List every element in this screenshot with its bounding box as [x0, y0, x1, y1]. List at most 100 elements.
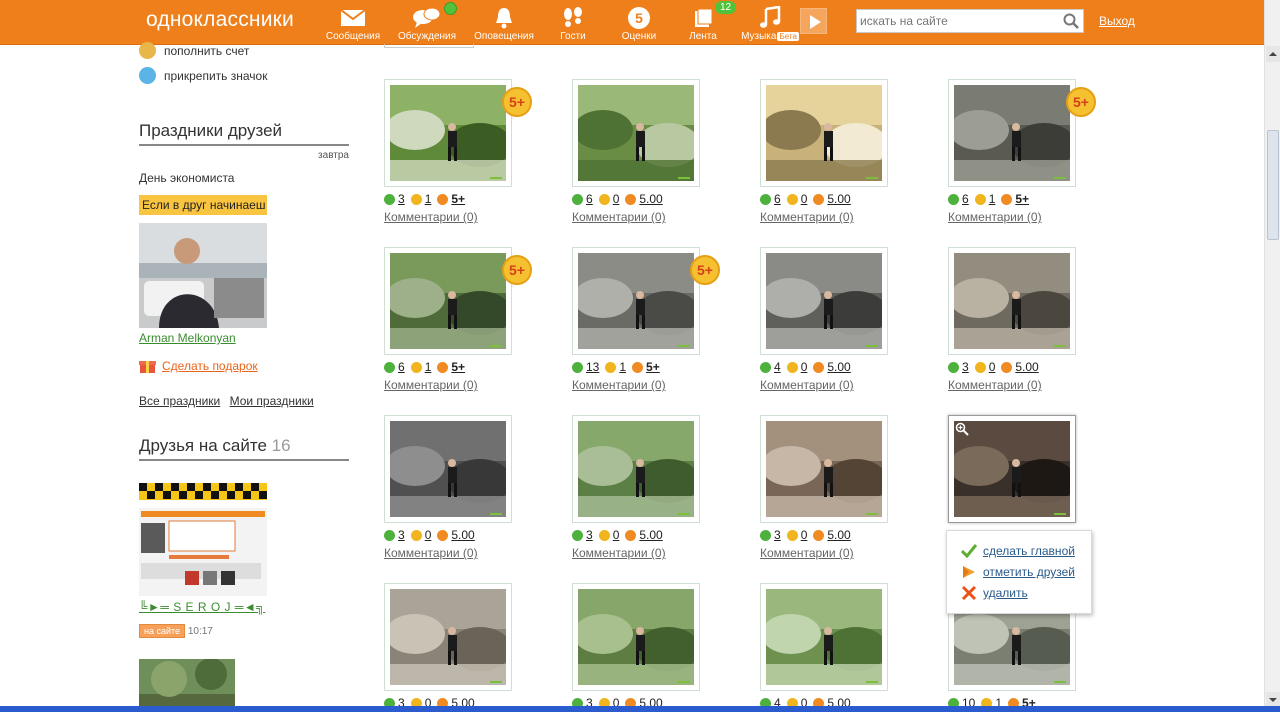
photo-thumbnail[interactable]: [948, 415, 1076, 523]
attach-badge-action[interactable]: прикрепить значок: [139, 67, 267, 84]
gift-count[interactable]: 0: [801, 360, 808, 374]
photo-thumbnail[interactable]: [760, 79, 888, 187]
page-scrollbar[interactable]: [1264, 0, 1280, 708]
gift-count[interactable]: 1: [425, 360, 432, 374]
rating-value[interactable]: 5+: [451, 192, 465, 206]
photo-thumbnail[interactable]: [572, 583, 700, 691]
photo-thumbnail[interactable]: [384, 247, 512, 355]
search-input[interactable]: [857, 10, 1057, 32]
comments-link[interactable]: Комментарии (0): [760, 546, 854, 560]
rating-value[interactable]: 5.00: [1015, 360, 1038, 374]
photo-thumbnail[interactable]: [948, 79, 1076, 187]
friend-status-text: Если в друг начинаеш: [139, 195, 267, 215]
comments-link[interactable]: Комментарии (0): [572, 546, 666, 560]
photo-thumbnail[interactable]: [384, 583, 512, 691]
friend-name-link[interactable]: Arman Melkonyan: [139, 331, 236, 345]
nav-guests-label: Гости: [560, 31, 586, 42]
gift-count[interactable]: 0: [801, 528, 808, 542]
zoom-icon[interactable]: [955, 422, 971, 438]
comments-link[interactable]: Комментарии (0): [948, 210, 1042, 224]
photo-thumbnail[interactable]: [760, 247, 888, 355]
rating-value[interactable]: 5.00: [827, 360, 850, 374]
footprints-icon: [538, 4, 608, 30]
gift-count[interactable]: 1: [619, 360, 626, 374]
class-count[interactable]: 6: [586, 192, 593, 206]
search-icon[interactable]: [1063, 13, 1079, 29]
comments-link[interactable]: Комментарии (0): [948, 378, 1042, 392]
rating-value[interactable]: 5.00: [827, 528, 850, 542]
rating-value[interactable]: 5+: [1015, 192, 1029, 206]
nav-messages[interactable]: Сообщения: [318, 4, 388, 42]
comments-link[interactable]: Комментарии (0): [572, 378, 666, 392]
photo-thumbnail[interactable]: [760, 583, 888, 691]
gift-count[interactable]: 0: [613, 528, 620, 542]
class-count[interactable]: 6: [774, 192, 781, 206]
make-main-item[interactable]: сделать главной: [961, 544, 1075, 558]
rating-value[interactable]: 5.00: [639, 528, 662, 542]
photo-thumbnail[interactable]: [384, 79, 512, 187]
nav-music[interactable]: Музыка Бета: [735, 4, 805, 42]
top-up-action[interactable]: пополнить счет: [139, 42, 249, 59]
all-holidays-link[interactable]: Все праздники: [139, 394, 220, 408]
comments-link[interactable]: Комментарии (0): [760, 378, 854, 392]
photo-thumbnail[interactable]: [572, 415, 700, 523]
coin-icon: [786, 529, 798, 541]
star-rating-icon: [625, 193, 637, 205]
photo-thumbnail[interactable]: [948, 247, 1076, 355]
nav-notifications[interactable]: Оповещения: [469, 4, 539, 42]
class-icon: [384, 193, 395, 205]
class-count[interactable]: 13: [586, 360, 599, 374]
class-count[interactable]: 3: [398, 192, 405, 206]
taskbar-edge: [0, 706, 1280, 712]
nav-ratings[interactable]: 5 Оценки: [604, 4, 674, 42]
coin-icon: [786, 361, 798, 373]
gift-count[interactable]: 0: [613, 192, 620, 206]
class-count[interactable]: 6: [962, 192, 969, 206]
top-bar: одноклассники Сообщения Обсуждения Опове…: [0, 0, 1264, 45]
friend1-photo[interactable]: [139, 483, 267, 596]
comments-link[interactable]: Комментарии (0): [760, 210, 854, 224]
comments-link[interactable]: Комментарии (0): [384, 546, 478, 560]
scroll-up-arrow[interactable]: [1266, 46, 1280, 62]
tag-friends-item[interactable]: отметить друзей: [961, 565, 1075, 579]
photo-thumbnail[interactable]: [572, 79, 700, 187]
rating-value[interactable]: 5.00: [639, 192, 662, 206]
music-play-button[interactable]: [800, 8, 827, 34]
my-holidays-link[interactable]: Мои праздники: [230, 394, 314, 408]
rating-value[interactable]: 5+: [646, 360, 660, 374]
logout-link[interactable]: Выход: [1099, 14, 1135, 28]
class-count[interactable]: 4: [774, 360, 781, 374]
friend1-name-link[interactable]: ╚►═ S E R O J ═◄╗: [139, 600, 265, 614]
rating-value[interactable]: 5.00: [827, 192, 850, 206]
gift-count[interactable]: 0: [425, 528, 432, 542]
make-gift-link[interactable]: Сделать подарок: [162, 359, 258, 373]
class-count[interactable]: 3: [962, 360, 969, 374]
class-count[interactable]: 3: [398, 528, 405, 542]
five-plus-badge: 5+: [690, 255, 720, 285]
gift-count[interactable]: 0: [989, 360, 996, 374]
site-logo[interactable]: одноклассники: [146, 8, 294, 32]
friend-photo[interactable]: [139, 223, 267, 328]
gift-count[interactable]: 1: [425, 192, 432, 206]
comments-link[interactable]: Комментарии (0): [572, 210, 666, 224]
scroll-thumb[interactable]: [1267, 130, 1279, 240]
gift-count[interactable]: 0: [801, 192, 808, 206]
class-count[interactable]: 3: [774, 528, 781, 542]
rating-value[interactable]: 5.00: [451, 528, 474, 542]
nav-guests[interactable]: Гости: [538, 4, 608, 42]
class-count[interactable]: 6: [398, 360, 405, 374]
photo-thumbnail[interactable]: [384, 415, 512, 523]
delete-item[interactable]: удалить: [961, 586, 1028, 600]
photo-thumbnail[interactable]: [572, 247, 700, 355]
rating-value[interactable]: 5+: [451, 360, 465, 374]
comments-link[interactable]: Комментарии (0): [384, 378, 478, 392]
photo-thumbnail[interactable]: [760, 415, 888, 523]
class-icon: [948, 193, 959, 205]
class-count[interactable]: 3: [586, 528, 593, 542]
photo-stats: 6 1 5+: [948, 192, 1035, 206]
comments-link[interactable]: Комментарии (0): [384, 210, 478, 224]
gift-count[interactable]: 1: [989, 192, 996, 206]
music-note-icon: [735, 4, 805, 30]
class-icon: [384, 361, 395, 373]
friend2-photo[interactable]: [139, 659, 235, 712]
